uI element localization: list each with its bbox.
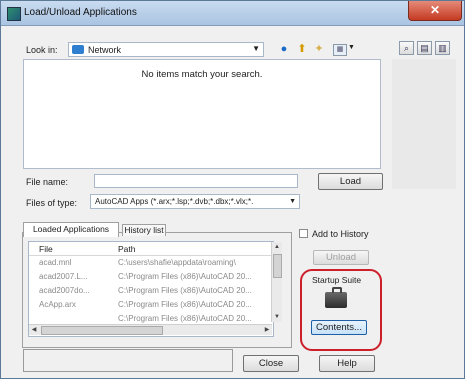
find-icon[interactable]: ⌕ — [399, 41, 414, 55]
tab-history-list[interactable]: History list — [122, 224, 166, 236]
file-name-label: File name: — [26, 177, 69, 187]
scroll-thumb[interactable] — [273, 254, 282, 278]
add-to-history-checkbox[interactable] — [299, 229, 308, 238]
files-of-type-dropdown[interactable]: AutoCAD Apps (*.arx;*.lsp;*.dvb;*.dbx;*.… — [90, 194, 300, 209]
close-icon: ✕ — [429, 3, 441, 17]
window-close-button[interactable]: ✕ — [408, 1, 462, 21]
cell-path: C:\Program Files (x86)\AutoCAD 20... — [118, 300, 252, 309]
column-header-path[interactable]: Path — [118, 244, 136, 254]
file-name-input[interactable] — [94, 174, 298, 188]
views-chevron-down-icon[interactable]: ▼ — [348, 44, 355, 51]
loaded-apps-list[interactable]: File Path acad.mnl C:\users\shafie\appda… — [28, 241, 274, 337]
close-button[interactable]: Close — [243, 355, 299, 372]
files-of-type-label: Files of type: — [26, 198, 78, 208]
cell-file: AcApp.arx — [39, 300, 76, 309]
tools-icon[interactable]: ▤ — [417, 41, 432, 55]
highlight-ring — [300, 269, 382, 351]
cell-file: acad.mnl — [39, 258, 72, 267]
cell-path: C:\Program Files (x86)\AutoCAD 20... — [118, 286, 252, 295]
title-bar: Load/Unload Applications ✕ — [1, 1, 464, 26]
unload-button[interactable]: Unload — [313, 250, 369, 265]
cell-path: C:\Program Files (x86)\AutoCAD 20... — [118, 272, 252, 281]
look-in-dropdown[interactable]: Network ▼ — [68, 42, 264, 57]
empty-message: No items match your search. — [141, 69, 263, 80]
scroll-thumb[interactable] — [41, 326, 163, 335]
table-row[interactable]: AcApp.arx C:\Program Files (x86)\AutoCAD… — [29, 300, 269, 312]
file-list[interactable]: No items match your search. — [23, 59, 381, 169]
new-folder-icon[interactable]: ✦ — [312, 43, 326, 56]
horizontal-scrollbar[interactable]: ◀ ▶ — [29, 324, 272, 335]
properties-icon[interactable]: ▥ — [435, 41, 450, 55]
look-in-value: Network — [88, 45, 122, 55]
vertical-scrollbar[interactable]: ▲ ▼ — [271, 242, 282, 322]
table-row[interactable]: acad.mnl C:\users\shafie\appdata\roaming… — [29, 258, 269, 270]
cell-file: acad2007.L... — [39, 272, 88, 281]
cell-file: acad2007do... — [39, 286, 90, 295]
scroll-up-icon[interactable]: ▲ — [272, 242, 282, 252]
scroll-left-icon[interactable]: ◀ — [29, 325, 39, 335]
table-row[interactable]: acad2007do... C:\Program Files (x86)\Aut… — [29, 286, 269, 298]
table-row[interactable]: acad2007.L... C:\Program Files (x86)\Aut… — [29, 272, 269, 284]
up-folder-icon[interactable]: ⬆ — [295, 43, 309, 56]
column-header-file[interactable]: File — [39, 244, 53, 254]
look-in-label: Look in: — [26, 45, 58, 55]
help-button[interactable]: Help — [319, 355, 375, 372]
load-unload-dialog: Load/Unload Applications ✕ Look in: Netw… — [0, 0, 465, 379]
add-to-history-label: Add to History — [312, 229, 369, 239]
cell-path: C:\Program Files (x86)\AutoCAD 20... — [118, 314, 252, 323]
chevron-down-icon: ▼ — [252, 44, 260, 53]
files-of-type-value: AutoCAD Apps (*.arx;*.lsp;*.dvb;*.dbx;*.… — [95, 197, 254, 206]
cell-path: C:\users\shafie\appdata\roaming\ — [118, 258, 236, 267]
views-icon[interactable]: ▦ — [333, 44, 347, 56]
right-panel — [392, 59, 456, 189]
chevron-down-icon: ▼ — [289, 198, 296, 205]
scroll-right-icon[interactable]: ▶ — [262, 325, 272, 335]
tab-loaded-applications[interactable]: Loaded Applications — [23, 222, 119, 237]
network-icon — [72, 45, 84, 54]
scroll-down-icon[interactable]: ▼ — [272, 312, 282, 322]
window-title: Load/Unload Applications — [24, 7, 137, 18]
load-button[interactable]: Load — [318, 173, 383, 190]
back-icon[interactable]: ● — [277, 43, 291, 56]
list-header: File Path — [29, 242, 273, 256]
status-field — [23, 349, 233, 372]
app-icon — [7, 7, 21, 21]
